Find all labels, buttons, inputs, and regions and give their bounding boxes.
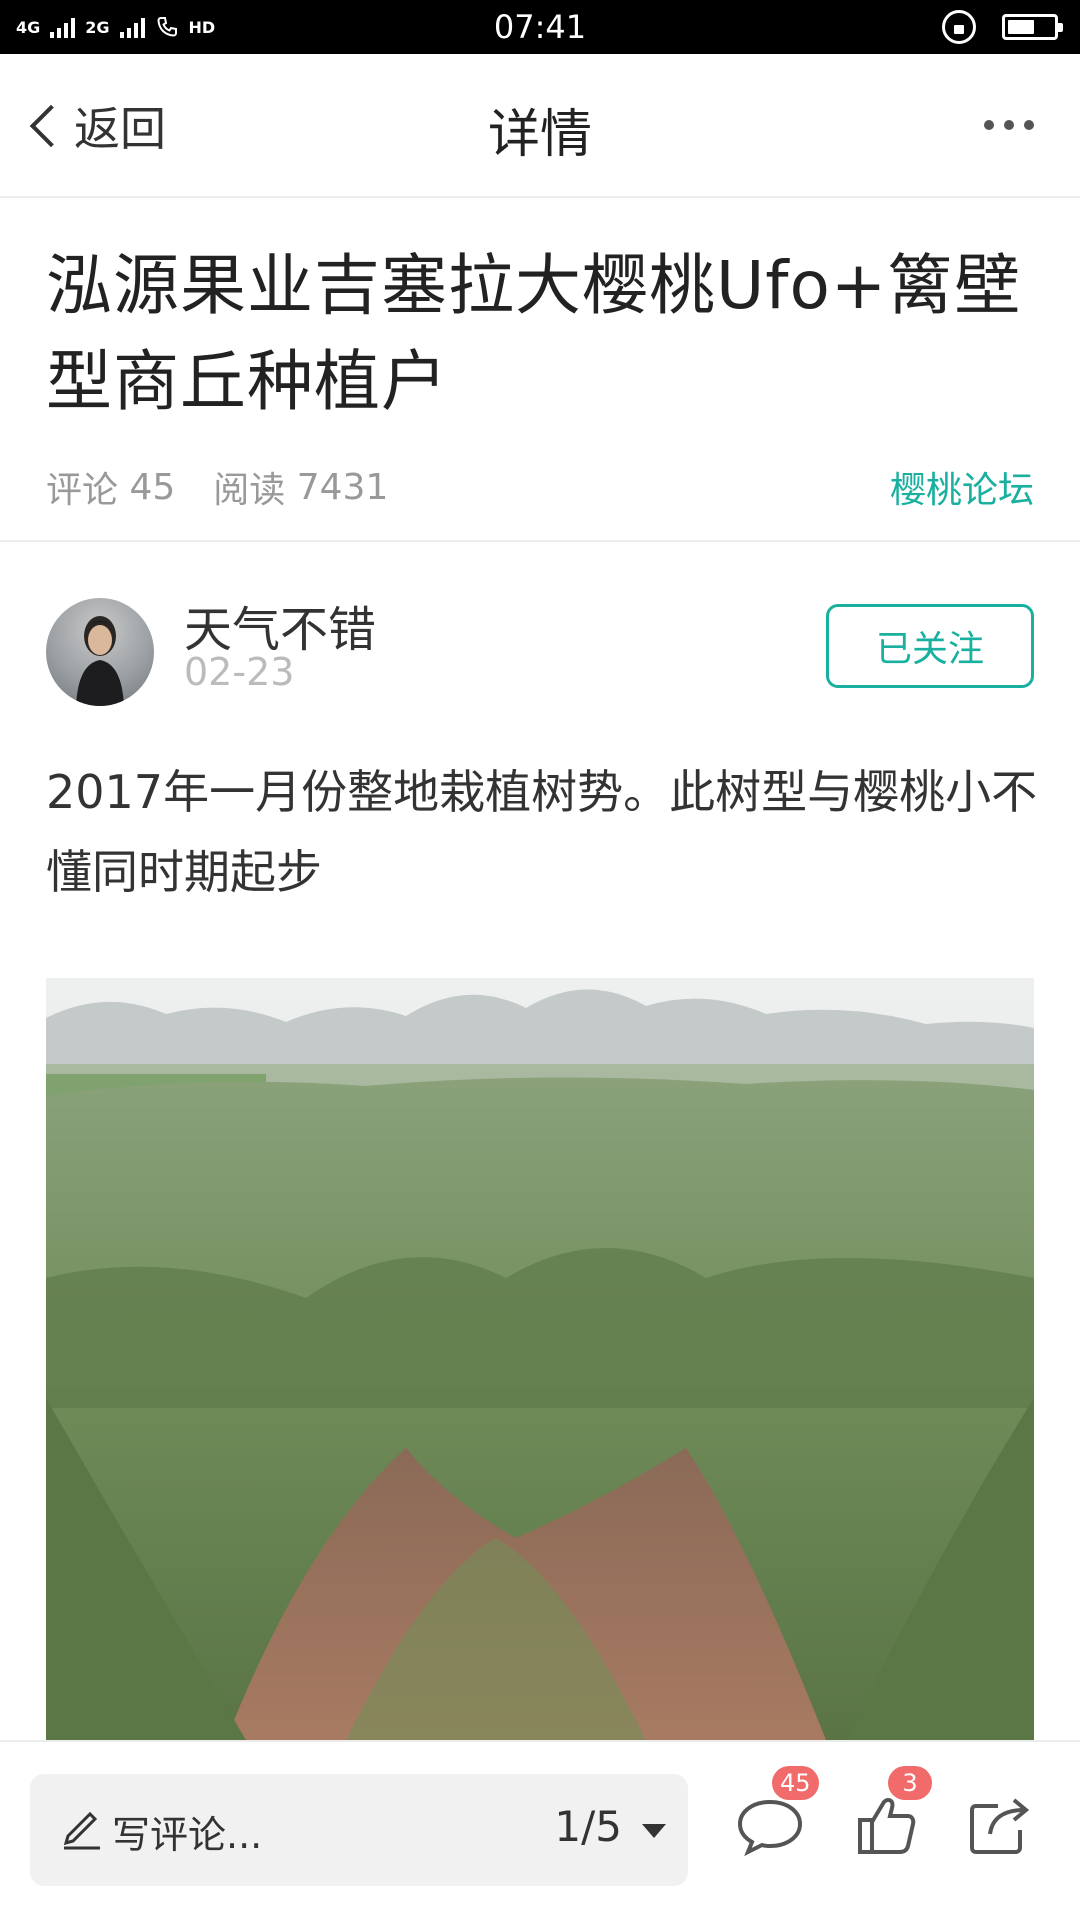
avatar[interactable] bbox=[46, 598, 154, 706]
dropdown-triangle-icon[interactable] bbox=[642, 1824, 666, 1838]
comments-label: 评论 bbox=[46, 470, 119, 511]
reads-label: 阅读 bbox=[213, 470, 286, 511]
page: 4G 2G HD 07:41 返回 详情 泓源果业吉塞拉大樱桃Ufo+篱壁型商丘… bbox=[0, 0, 1080, 1920]
share-icon bbox=[970, 1798, 1030, 1854]
post-photo[interactable] bbox=[46, 978, 1034, 1740]
post-body: 2017年一月份整地栽植树势。此树型与樱桃小不懂同时期起步 bbox=[46, 765, 1038, 899]
nav-bar: 返回 详情 bbox=[0, 54, 1080, 198]
pencil-icon bbox=[63, 1811, 100, 1850]
network-type-label: 4G bbox=[16, 17, 41, 37]
post-title: 泓源果业吉塞拉大樱桃Ufo+篱壁型商丘种植户 bbox=[46, 247, 1022, 420]
comment-input[interactable]: 写评论... 1/5 bbox=[30, 1774, 688, 1886]
follow-button[interactable]: 已关注 bbox=[826, 604, 1034, 688]
status-bar: 4G 2G HD 07:41 bbox=[0, 0, 1080, 54]
status-left: 4G 2G HD bbox=[16, 15, 215, 39]
post-date: 02-23 bbox=[184, 650, 295, 694]
hd-label: HD bbox=[188, 17, 216, 37]
comments-count: 45 bbox=[129, 466, 176, 508]
share-button[interactable] bbox=[960, 1784, 1040, 1864]
battery-icon bbox=[1002, 14, 1063, 40]
like-button[interactable]: 3 bbox=[846, 1766, 932, 1864]
signal-icon bbox=[50, 16, 76, 38]
page-title: 详情 bbox=[487, 105, 592, 165]
comment-button[interactable]: 45 bbox=[730, 1766, 819, 1864]
more-icon[interactable] bbox=[984, 120, 1034, 130]
page-indicator[interactable]: 1/5 bbox=[554, 1802, 622, 1851]
comment-count-badge: 45 bbox=[772, 1766, 819, 1800]
bottom-bar: 写评论... 1/5 45 3 bbox=[0, 1740, 1080, 1920]
reads-count: 7431 bbox=[296, 466, 389, 508]
phone-hd-icon bbox=[157, 17, 177, 37]
lock-rotation-icon bbox=[942, 10, 976, 44]
status-right bbox=[942, 10, 1063, 44]
network-type-label-2: 2G bbox=[85, 17, 110, 37]
comment-placeholder: 写评论... bbox=[112, 1813, 263, 1857]
divider bbox=[0, 540, 1080, 542]
post-meta: 评论 45 阅读 7431 樱桃论坛 bbox=[46, 462, 1034, 512]
signal-icon-2 bbox=[119, 16, 145, 38]
like-count-badge: 3 bbox=[888, 1766, 932, 1800]
forum-link[interactable]: 樱桃论坛 bbox=[890, 461, 1034, 513]
